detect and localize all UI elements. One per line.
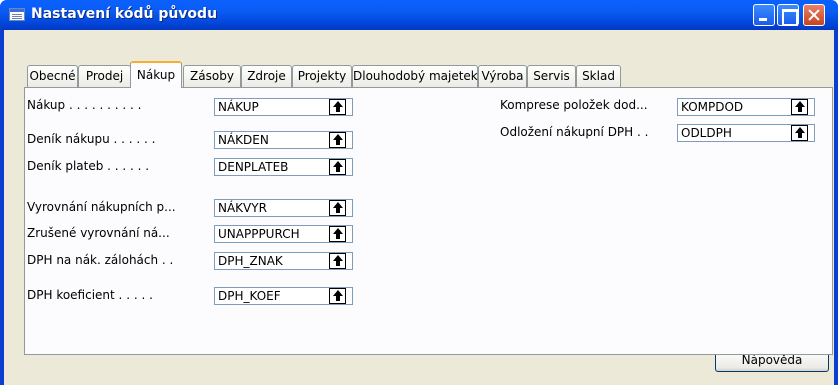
field-label-komprese: Komprese položek dod...	[500, 98, 648, 112]
minimize-button[interactable]	[753, 4, 775, 26]
tab-vyroba[interactable]: Výroba	[478, 65, 527, 87]
lookup-arrow-icon[interactable]	[329, 132, 346, 148]
close-button[interactable]	[803, 4, 825, 26]
title-bar[interactable]: Nastavení kódů původu	[0, 0, 838, 30]
window-client: Obecné Prodej Nákup Zásoby Zdroje Projek…	[4, 30, 834, 385]
tab-servis[interactable]: Servis	[527, 65, 576, 87]
lookup-arrow-icon[interactable]	[329, 159, 346, 175]
form-icon	[9, 8, 25, 21]
field-label-odlozeni-dph: Odložení nákupní DPH . .	[500, 125, 649, 139]
field-label-dph-zalohy: DPH na nák. zálohách . .	[27, 253, 174, 267]
tab-panel-nakup: Nákup . . . . . . . . . . NÁKUP Deník ná…	[24, 87, 833, 355]
lookup-arrow-icon[interactable]	[791, 99, 808, 115]
tab-nakup[interactable]: Nákup	[130, 61, 182, 88]
lookup-arrow-icon[interactable]	[329, 226, 346, 242]
field-label-denik-nakupu: Deník nákupu . . . . . .	[27, 132, 156, 146]
tab-dlouhodoby-majetek[interactable]: Dlouhodobý majetek	[352, 65, 478, 87]
tab-prodej[interactable]: Prodej	[78, 65, 131, 87]
lookup-arrow-icon[interactable]	[329, 288, 346, 304]
lookup-arrow-icon[interactable]	[329, 200, 346, 216]
tab-projekty[interactable]: Projekty	[292, 65, 352, 87]
tab-obecne[interactable]: Obecné	[27, 65, 78, 87]
lookup-arrow-icon[interactable]	[791, 125, 808, 141]
tab-zasoby[interactable]: Zásoby	[183, 65, 241, 87]
lookup-arrow-icon[interactable]	[329, 253, 346, 269]
field-label-vyrovnani: Vyrovnání nákupních p...	[27, 200, 176, 214]
tab-zdroje[interactable]: Zdroje	[241, 65, 292, 87]
window-title: Nastavení kódů původu	[31, 6, 218, 22]
field-label-denik-plateb: Deník plateb . . . . . .	[27, 159, 150, 173]
tab-sklad[interactable]: Sklad	[576, 65, 621, 87]
maximize-button[interactable]	[777, 4, 799, 26]
field-label-zrusene-vyrovnani: Zrušené vyrovnání ná...	[27, 226, 170, 240]
lookup-arrow-icon[interactable]	[329, 99, 346, 115]
window: Nastavení kódů původu Obecné Prodej Náku…	[0, 0, 838, 385]
field-label-nakup: Nákup . . . . . . . . . .	[27, 98, 142, 112]
field-label-dph-koeficient: DPH koeficient . . . . .	[27, 288, 153, 302]
